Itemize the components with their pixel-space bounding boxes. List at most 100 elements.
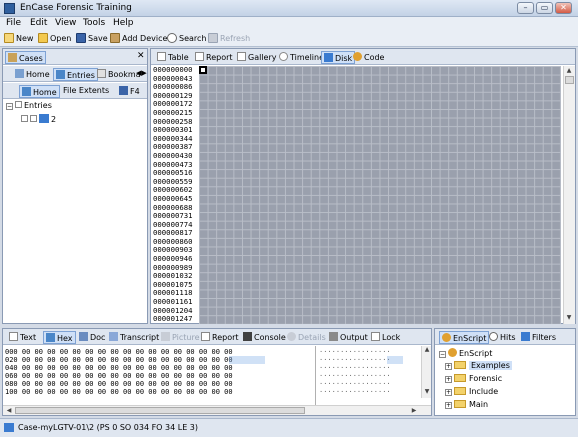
tab-code[interactable]: Code [351,51,386,64]
left-subtabs: Home File Extents F4 [3,83,147,99]
scroll-left-icon[interactable]: ◀ [4,407,14,414]
hex-divider [315,346,316,406]
bookmark-icon [97,69,106,78]
subtab-home[interactable]: Home [19,85,60,98]
tab-lock[interactable]: Lock [369,331,402,344]
hex-content[interactable]: 000 00 00 00 00 00 00 00 00 00 00 00 00 … [3,346,431,406]
scroll-up-icon[interactable]: ▲ [422,346,431,353]
enscript-item-forensic[interactable]: + Forensic [445,374,502,383]
tab-transcript[interactable]: Transcript [107,331,161,344]
menu-file[interactable]: File [6,18,21,28]
checkbox[interactable] [21,115,28,122]
hex-row: 020 00 00 00 00 00 00 00 00 00 00 00 00 … [5,356,233,364]
tab-enscript[interactable]: EnScript [439,331,490,344]
expand-icon[interactable]: + [445,363,452,370]
checkbox[interactable] [30,115,37,122]
home-icon [22,87,31,96]
tab-console[interactable]: Console [241,331,288,344]
menu-edit[interactable]: Edit [30,18,47,28]
disk-cluster-map[interactable] [199,66,561,324]
new-button[interactable]: New [4,33,33,43]
menu-help[interactable]: Help [113,18,134,28]
hex-vscroll[interactable]: ▲ ▼ [421,346,431,398]
collapse-icon[interactable]: − [439,351,446,358]
open-folder-icon [38,33,48,43]
subtab-f4[interactable]: F4 [117,85,142,98]
tab-text[interactable]: Text [7,331,38,344]
offset-label: 000001247 [153,314,193,324]
enscript-root[interactable]: − EnScript [439,348,492,358]
bottom-tabs: Text Hex Doc Transcript Picture Report C… [3,329,431,345]
code-icon [353,52,362,61]
picture-icon [161,332,170,341]
tree-root-entries[interactable]: − Entries [6,101,52,110]
text-row: ················· [319,356,391,364]
scroll-down-icon[interactable]: ▼ [564,314,574,321]
tab-details[interactable]: Details [285,331,328,344]
doc-icon [79,332,88,341]
app-icon [4,3,15,14]
scroll-thumb[interactable] [565,76,574,84]
tab-cases[interactable]: Cases [5,51,46,64]
status-text: Case-myLGTV-01\2 (PS 0 SO 034 FO 34 LE 3… [18,423,199,432]
disk-scrollbar[interactable]: ▲ ▼ [563,66,575,324]
tab-timeline[interactable]: Timeline [277,51,326,64]
tab-home[interactable]: Home [13,68,52,81]
text-row: ················· [319,388,391,396]
close-button[interactable]: ✕ [555,2,572,14]
tab-picture[interactable]: Picture [159,331,202,344]
hex-row: 060 00 00 00 00 00 00 00 00 00 00 00 00 … [5,372,233,380]
save-button[interactable]: Save [76,33,108,43]
open-button[interactable]: Open [38,33,71,43]
tab-hits[interactable]: Hits [487,331,518,344]
scroll-down-icon[interactable]: ▼ [422,388,431,395]
gallery-icon [237,52,246,61]
add-device-button[interactable]: Add Device [110,33,167,43]
enscript-item-examples[interactable]: + Examples [445,361,512,370]
tab-gallery[interactable]: Gallery [235,51,279,64]
menu-view[interactable]: View [55,18,76,28]
tab-entries[interactable]: Entries [53,68,98,81]
tab-doc[interactable]: Doc [77,331,107,344]
offset-column: 000000000 000000043 000000086 000000129 … [153,65,193,324]
folder-icon [454,361,466,369]
tab-report[interactable]: Report [193,51,235,64]
add-device-icon [110,33,120,43]
refresh-button[interactable]: Refresh [208,33,250,43]
close-pane-icon[interactable]: ✕ [137,51,145,61]
tab-table[interactable]: Table [155,51,191,64]
enscript-item-include[interactable]: + Include [445,387,498,396]
hex-row: 040 00 00 00 00 00 00 00 00 00 00 00 00 … [5,364,233,372]
hscroll-thumb[interactable] [15,407,305,414]
enscript-item-main[interactable]: + Main [445,400,488,409]
cases-header: Cases ✕ [3,49,147,65]
menu-tools[interactable]: Tools [83,18,105,28]
device-icon [39,114,49,123]
hex-hscroll[interactable]: ◀ ▶ [3,405,431,415]
hex-pane: Text Hex Doc Transcript Picture Report C… [2,328,432,416]
status-bar: Case-myLGTV-01\2 (PS 0 SO 034 FO 34 LE 3… [0,418,578,437]
expand-icon[interactable]: + [445,376,452,383]
selected-cluster[interactable] [199,66,207,74]
transcript-icon [109,332,118,341]
expand-icon[interactable]: + [445,402,452,409]
scroll-right-icon[interactable]: ▶ [409,407,419,414]
view-tabs: Table Report Gallery Timeline Disk Code [151,49,575,65]
search-button[interactable]: Search [167,33,206,43]
minimize-button[interactable]: – [517,2,534,14]
scroll-up-icon[interactable]: ▲ [564,67,574,74]
tab-hex[interactable]: Hex [43,331,76,344]
chevron-right-icon[interactable]: ◀▶ [136,69,147,77]
enscript-icon [442,333,451,342]
tab-output[interactable]: Output [327,331,370,344]
output-icon [329,332,338,341]
hex-icon [46,333,55,342]
tab-filters[interactable]: Filters [519,331,558,344]
collapse-icon[interactable]: − [6,103,13,110]
checkbox[interactable] [15,101,22,108]
subtab-file-extents[interactable]: File Extents [61,85,111,98]
maximize-button[interactable]: ▭ [536,2,553,14]
tab-report-bottom[interactable]: Report [199,331,241,344]
tree-item-2[interactable]: 2 [21,114,56,124]
expand-icon[interactable]: + [445,389,452,396]
